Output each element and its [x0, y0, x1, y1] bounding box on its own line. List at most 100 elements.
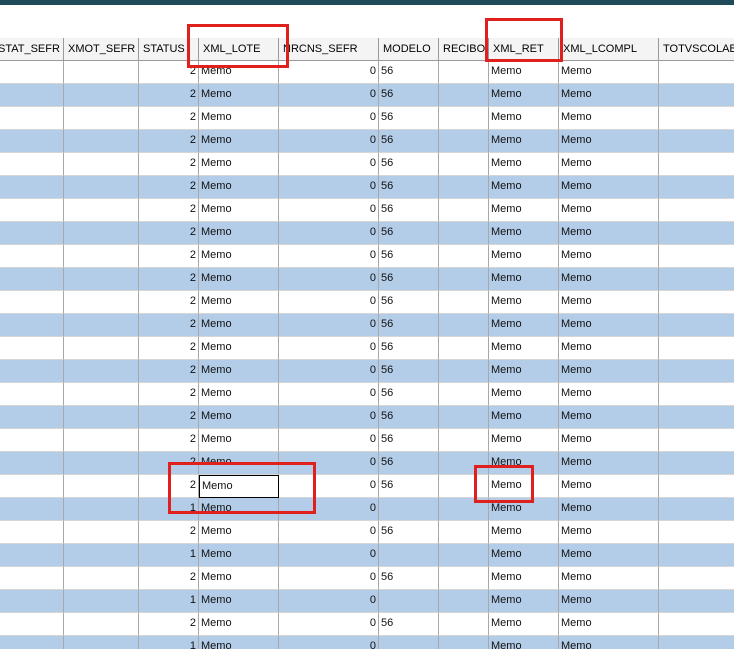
cell-xml-ret[interactable]: Memo — [489, 199, 559, 222]
cell-modelo[interactable]: 56 — [379, 567, 439, 590]
table-row[interactable]: 2 Memo 0 56 Memo Memo — [0, 567, 734, 590]
cell-recibo[interactable] — [439, 452, 489, 475]
cell-totvscolab[interactable] — [659, 222, 734, 245]
cell-xml-ret[interactable]: Memo — [489, 567, 559, 590]
cell-status[interactable]: 2 — [139, 475, 199, 498]
cell-xmot-sefr[interactable] — [64, 452, 139, 475]
cell-xml-lcompl[interactable]: Memo — [559, 268, 659, 291]
cell-recibo[interactable] — [439, 222, 489, 245]
cell-xmot-sefr[interactable] — [64, 475, 139, 498]
cell-modelo[interactable]: 56 — [379, 521, 439, 544]
cell-status[interactable]: 1 — [139, 544, 199, 567]
table-row[interactable]: 2 Memo 0 56 Memo Memo — [0, 452, 734, 475]
cell-xmot-sefr[interactable] — [64, 521, 139, 544]
cell-xml-ret[interactable]: Memo — [489, 107, 559, 130]
cell-xml-ret[interactable]: Memo — [489, 245, 559, 268]
cell-stat-sefr[interactable] — [0, 107, 64, 130]
cell-nrcns-sefr[interactable]: 0 — [279, 521, 379, 544]
cell-recibo[interactable] — [439, 567, 489, 590]
cell-xml-lcompl[interactable]: Memo — [559, 130, 659, 153]
table-row[interactable]: 2 Memo 0 56 Memo Memo — [0, 176, 734, 199]
cell-totvscolab[interactable] — [659, 268, 734, 291]
cell-nrcns-sefr[interactable]: 0 — [279, 406, 379, 429]
cell-xmot-sefr[interactable] — [64, 268, 139, 291]
cell-nrcns-sefr[interactable]: 0 — [279, 199, 379, 222]
cell-status[interactable]: 2 — [139, 613, 199, 636]
cell-totvscolab[interactable] — [659, 383, 734, 406]
cell-xml-ret[interactable]: Memo — [489, 452, 559, 475]
cell-stat-sefr[interactable] — [0, 406, 64, 429]
cell-xml-ret[interactable]: Memo — [489, 222, 559, 245]
cell-totvscolab[interactable] — [659, 521, 734, 544]
cell-xml-lote[interactable]: Memo — [199, 61, 279, 84]
cell-xml-lote[interactable]: Memo — [199, 498, 279, 521]
cell-nrcns-sefr[interactable]: 0 — [279, 84, 379, 107]
cell-stat-sefr[interactable] — [0, 429, 64, 452]
cell-xmot-sefr[interactable] — [64, 636, 139, 649]
cell-xml-lcompl[interactable]: Memo — [559, 544, 659, 567]
cell-nrcns-sefr[interactable]: 0 — [279, 613, 379, 636]
cell-xml-ret[interactable]: Memo — [489, 475, 559, 498]
cell-modelo[interactable]: 56 — [379, 268, 439, 291]
cell-totvscolab[interactable] — [659, 406, 734, 429]
cell-xmot-sefr[interactable] — [64, 406, 139, 429]
cell-status[interactable]: 2 — [139, 199, 199, 222]
cell-recibo[interactable] — [439, 383, 489, 406]
column-header-status[interactable]: STATUS — [139, 38, 199, 60]
cell-xml-lcompl[interactable]: Memo — [559, 337, 659, 360]
cell-recibo[interactable] — [439, 268, 489, 291]
cell-xml-lcompl[interactable]: Memo — [559, 636, 659, 649]
cell-xmot-sefr[interactable] — [64, 360, 139, 383]
table-row[interactable]: 2 Memo 0 56 Memo Memo — [0, 153, 734, 176]
cell-nrcns-sefr[interactable]: 0 — [279, 429, 379, 452]
cell-status[interactable]: 2 — [139, 429, 199, 452]
cell-xml-ret[interactable]: Memo — [489, 130, 559, 153]
cell-xmot-sefr[interactable] — [64, 199, 139, 222]
cell-xml-ret[interactable]: Memo — [489, 383, 559, 406]
column-header-recibo[interactable]: RECIBO — [439, 38, 489, 60]
cell-totvscolab[interactable] — [659, 291, 734, 314]
cell-nrcns-sefr[interactable]: 0 — [279, 314, 379, 337]
cell-xml-lcompl[interactable]: Memo — [559, 291, 659, 314]
cell-xml-lcompl[interactable]: Memo — [559, 61, 659, 84]
cell-xml-lcompl[interactable]: Memo — [559, 406, 659, 429]
cell-xml-lote[interactable]: Memo — [199, 222, 279, 245]
cell-nrcns-sefr[interactable]: 0 — [279, 222, 379, 245]
cell-nrcns-sefr[interactable]: 0 — [279, 130, 379, 153]
cell-xml-lote[interactable]: Memo — [199, 107, 279, 130]
table-row[interactable]: 2 Memo 0 56 Memo Memo — [0, 268, 734, 291]
cell-modelo[interactable]: 56 — [379, 153, 439, 176]
table-row[interactable]: 2 Memo 0 56 Memo Memo — [0, 291, 734, 314]
table-row[interactable]: 2 Memo 0 56 Memo Memo — [0, 199, 734, 222]
cell-totvscolab[interactable] — [659, 314, 734, 337]
cell-recibo[interactable] — [439, 636, 489, 649]
cell-modelo[interactable]: 56 — [379, 406, 439, 429]
cell-xml-ret[interactable]: Memo — [489, 429, 559, 452]
cell-status[interactable]: 2 — [139, 314, 199, 337]
table-row[interactable]: 2 Memo 0 56 Memo Memo — [0, 475, 734, 498]
column-header-xml-lcompl[interactable]: XML_LCOMPL — [559, 38, 659, 60]
cell-nrcns-sefr[interactable]: 0 — [279, 498, 379, 521]
cell-stat-sefr[interactable] — [0, 268, 64, 291]
table-row[interactable]: 2 Memo 0 56 Memo Memo — [0, 383, 734, 406]
cell-recibo[interactable] — [439, 107, 489, 130]
data-grid[interactable]: STAT_SEFR XMOT_SEFR STATUS XML_LOTE NRCN… — [0, 38, 734, 649]
cell-xml-lote[interactable]: Memo — [199, 590, 279, 613]
cell-nrcns-sefr[interactable]: 0 — [279, 452, 379, 475]
cell-totvscolab[interactable] — [659, 429, 734, 452]
cell-nrcns-sefr[interactable]: 0 — [279, 176, 379, 199]
cell-xml-lcompl[interactable]: Memo — [559, 107, 659, 130]
cell-xmot-sefr[interactable] — [64, 153, 139, 176]
cell-xml-ret[interactable]: Memo — [489, 406, 559, 429]
cell-xml-lcompl[interactable]: Memo — [559, 360, 659, 383]
column-header-modelo[interactable]: MODELO — [379, 38, 439, 60]
cell-stat-sefr[interactable] — [0, 452, 64, 475]
cell-modelo[interactable]: 56 — [379, 613, 439, 636]
cell-stat-sefr[interactable] — [0, 199, 64, 222]
cell-xml-lcompl[interactable]: Memo — [559, 245, 659, 268]
cell-xmot-sefr[interactable] — [64, 291, 139, 314]
cell-stat-sefr[interactable] — [0, 245, 64, 268]
cell-xml-lote[interactable]: Memo — [199, 176, 279, 199]
cell-stat-sefr[interactable] — [0, 521, 64, 544]
cell-xml-lote[interactable]: Memo — [199, 199, 279, 222]
